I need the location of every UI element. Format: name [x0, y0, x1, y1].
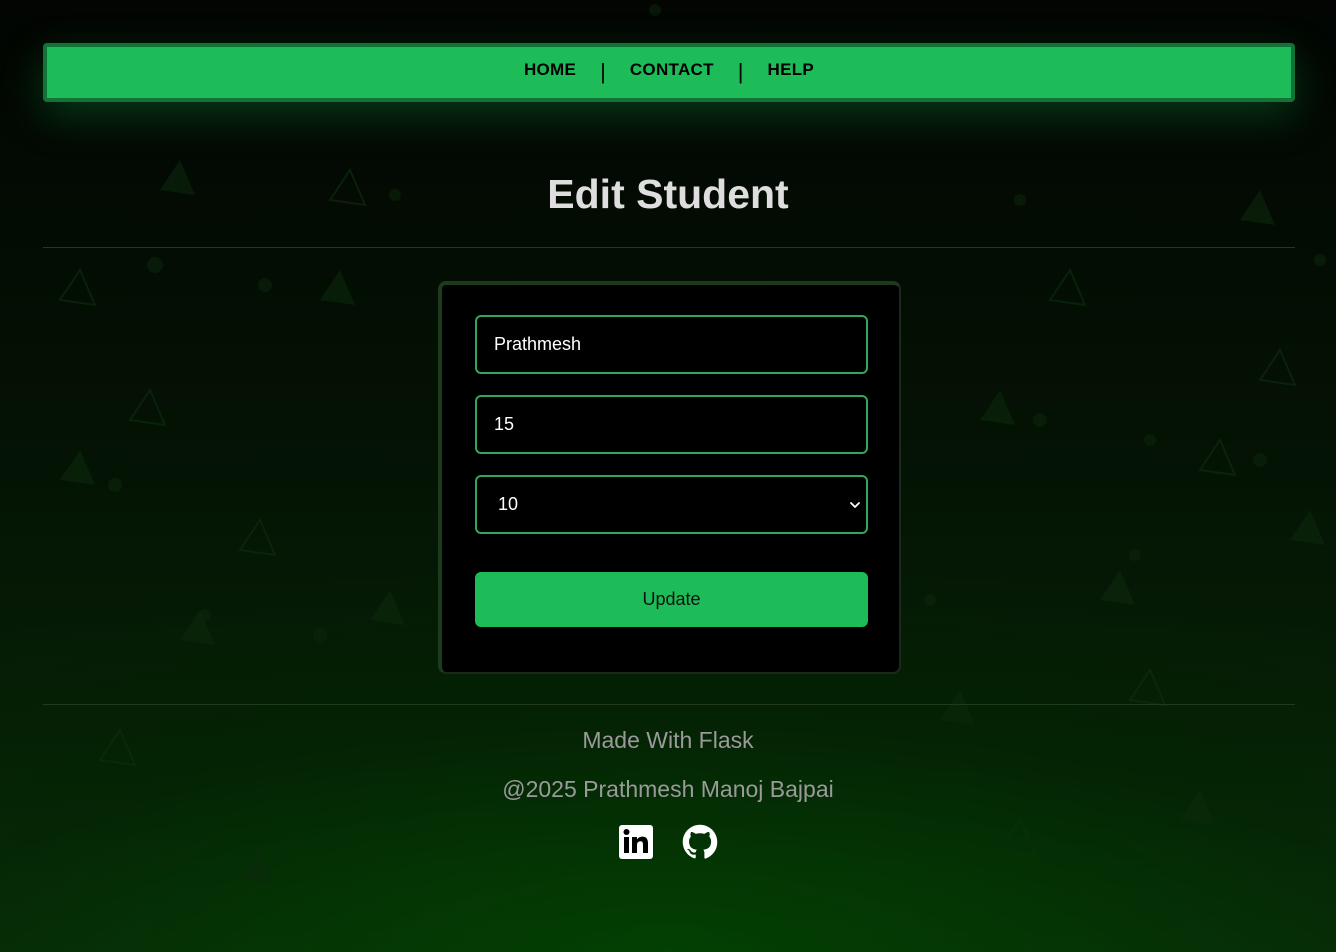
nav-links: HOME | CONTACT | HELP — [524, 57, 815, 84]
divider-bottom — [43, 704, 1295, 705]
student-age-input[interactable]: 15 — [475, 395, 868, 454]
student-class-selected-value: 10 — [498, 494, 519, 514]
github-icon[interactable] — [682, 824, 718, 860]
nav-separator: | — [737, 58, 744, 84]
top-navbar: HOME | CONTACT | HELP — [43, 43, 1295, 102]
nav-link-home[interactable]: HOME — [524, 60, 576, 80]
nav-link-help[interactable]: HELP — [768, 60, 815, 80]
divider-top — [43, 247, 1295, 248]
update-button[interactable]: Update — [475, 572, 868, 627]
linkedin-icon[interactable] — [618, 824, 654, 860]
page-title: Edit Student — [547, 171, 789, 217]
student-age-value: 15 — [494, 414, 515, 434]
student-name-value: Prathmesh — [494, 334, 582, 354]
nav-separator: | — [600, 58, 606, 84]
social-links — [0, 824, 1336, 860]
student-name-input[interactable]: Prathmesh — [475, 315, 868, 374]
chevron-down-icon — [850, 501, 860, 508]
nav-link-contact[interactable]: CONTACT — [630, 60, 714, 80]
edit-student-form-card: Prathmesh 15 10 Update — [438, 281, 901, 674]
footer-copyright: @2025 Prathmesh Manoj Bajpai — [502, 776, 834, 802]
footer-made-with: Made With Flask — [582, 727, 754, 753]
student-class-select[interactable]: 10 — [475, 475, 868, 534]
